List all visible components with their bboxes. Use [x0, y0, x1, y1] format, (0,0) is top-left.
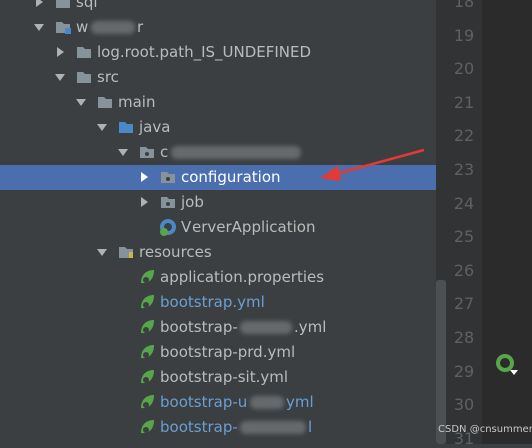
tree-row[interactable]: VerverApplication: [0, 215, 436, 240]
tree-row[interactable]: bootstrap-prd.yml: [0, 340, 436, 365]
tree-item-label: w: [76, 18, 89, 36]
redacted-text: [171, 146, 301, 159]
tree-item-label: bootstrap.yml: [160, 293, 265, 311]
line-number: 19: [453, 25, 475, 45]
resources-folder-icon: [119, 247, 133, 258]
spring-yml-icon: [141, 345, 154, 359]
folder-icon: [56, 0, 70, 8]
tree-row[interactable]: application.properties: [0, 265, 436, 290]
folder-icon: [77, 47, 91, 58]
tree-scrollbar[interactable]: [436, 280, 446, 444]
tree-row[interactable]: main: [0, 90, 436, 115]
spring-yml-icon: [141, 370, 154, 384]
tree-row[interactable]: bootstrap-u yml: [0, 390, 436, 415]
chevron-right-icon[interactable]: [137, 170, 151, 184]
tree-row[interactable]: sql: [0, 0, 436, 15]
chevron-down-icon[interactable]: [95, 245, 109, 259]
tree-row[interactable]: java: [0, 115, 436, 140]
line-number: 24: [453, 193, 475, 213]
chevron-right-icon[interactable]: [32, 0, 46, 9]
tree-item-label: sql: [76, 0, 98, 11]
spring-yml-icon: [141, 320, 154, 334]
line-number: 23: [453, 160, 475, 179]
spring-properties-icon: [141, 270, 154, 284]
line-number: 22: [453, 126, 475, 146]
chevron-right-icon[interactable]: [53, 45, 67, 59]
tree-item-label: c: [160, 143, 169, 161]
tree-row[interactable]: resources: [0, 240, 436, 265]
tree-item-label: configuration: [181, 168, 281, 186]
tree-item-label-suffix: l: [308, 418, 313, 436]
module-folder-icon: [56, 22, 71, 34]
tree-row[interactable]: job: [0, 190, 436, 215]
line-number: 25: [453, 227, 475, 247]
tree-item-label: application.properties: [160, 268, 325, 286]
tree-row[interactable]: c: [0, 140, 436, 165]
folder-icon: [77, 72, 91, 83]
tree-item-label: bootstrap-sit.yml: [160, 368, 289, 386]
tree-item-label: bootstrap-: [160, 418, 238, 436]
watermark: CSDN @cnsummerLi: [438, 424, 532, 435]
line-number: 18: [453, 0, 475, 11]
chevron-down-icon[interactable]: [32, 20, 46, 34]
project-tree-panel: sql w r log.root.path_IS_UNDEFINED src main ja…: [0, 0, 436, 444]
redacted-text: [240, 321, 292, 334]
tree-item-label-prefix: V: [181, 218, 192, 236]
redacted-text: [91, 21, 135, 34]
spring-yml-icon: [141, 420, 154, 434]
redacted-text: [250, 396, 284, 409]
tree-item-label: job: [181, 193, 204, 211]
folder-icon: [98, 97, 112, 108]
line-number: 20: [453, 59, 475, 79]
tree-item-label: src: [97, 68, 119, 86]
line-number: 26: [453, 260, 475, 280]
tree-item-label: bootstrap-u: [160, 393, 248, 411]
line-number: 21: [453, 92, 475, 112]
package-icon: [161, 197, 175, 208]
tree-row[interactable]: src: [0, 65, 436, 90]
tree-item-label: bootstrap-prd.yml: [160, 343, 296, 361]
spring-boot-gutter-icon[interactable]: [494, 352, 518, 376]
tree-row[interactable]: bootstrap- .yml: [0, 315, 436, 340]
chevron-down-icon[interactable]: [53, 70, 67, 84]
tree-row[interactable]: bootstrap-l: [0, 415, 436, 440]
tree-item-label: main: [118, 93, 156, 111]
redacted-text: [240, 421, 306, 434]
chevron-down-icon[interactable]: [95, 120, 109, 134]
spring-yml-icon: [141, 395, 154, 409]
package-icon: [140, 147, 154, 158]
tree-item-label-suffix: r: [137, 18, 144, 36]
tree-item-label: erverApplication: [192, 218, 316, 236]
tree-item-label: resources: [139, 243, 212, 261]
chevron-down-icon[interactable]: [116, 145, 130, 159]
spring-yml-icon: [141, 295, 154, 309]
package-icon: [161, 172, 175, 183]
tree-row[interactable]: bootstrap-sit.yml: [0, 365, 436, 390]
tree-item-label: log.root.path_IS_UNDEFINED: [97, 43, 312, 61]
spring-boot-class-icon: [160, 219, 176, 236]
source-folder-icon: [119, 122, 133, 133]
chevron-right-icon[interactable]: [137, 195, 151, 209]
tree-row[interactable]: configuration: [0, 165, 436, 190]
tree-item-label-suffix: yml: [286, 393, 314, 411]
tree-item-label: java: [139, 118, 171, 136]
tree-row[interactable]: log.root.path_IS_UNDEFINED: [0, 40, 436, 65]
tree-row[interactable]: bootstrap.yml: [0, 290, 436, 315]
chevron-down-icon[interactable]: [74, 95, 88, 109]
tree-item-label-suffix: .yml: [294, 318, 327, 336]
tree-row[interactable]: wr: [0, 15, 436, 40]
tree-item-label: bootstrap-: [160, 318, 238, 336]
